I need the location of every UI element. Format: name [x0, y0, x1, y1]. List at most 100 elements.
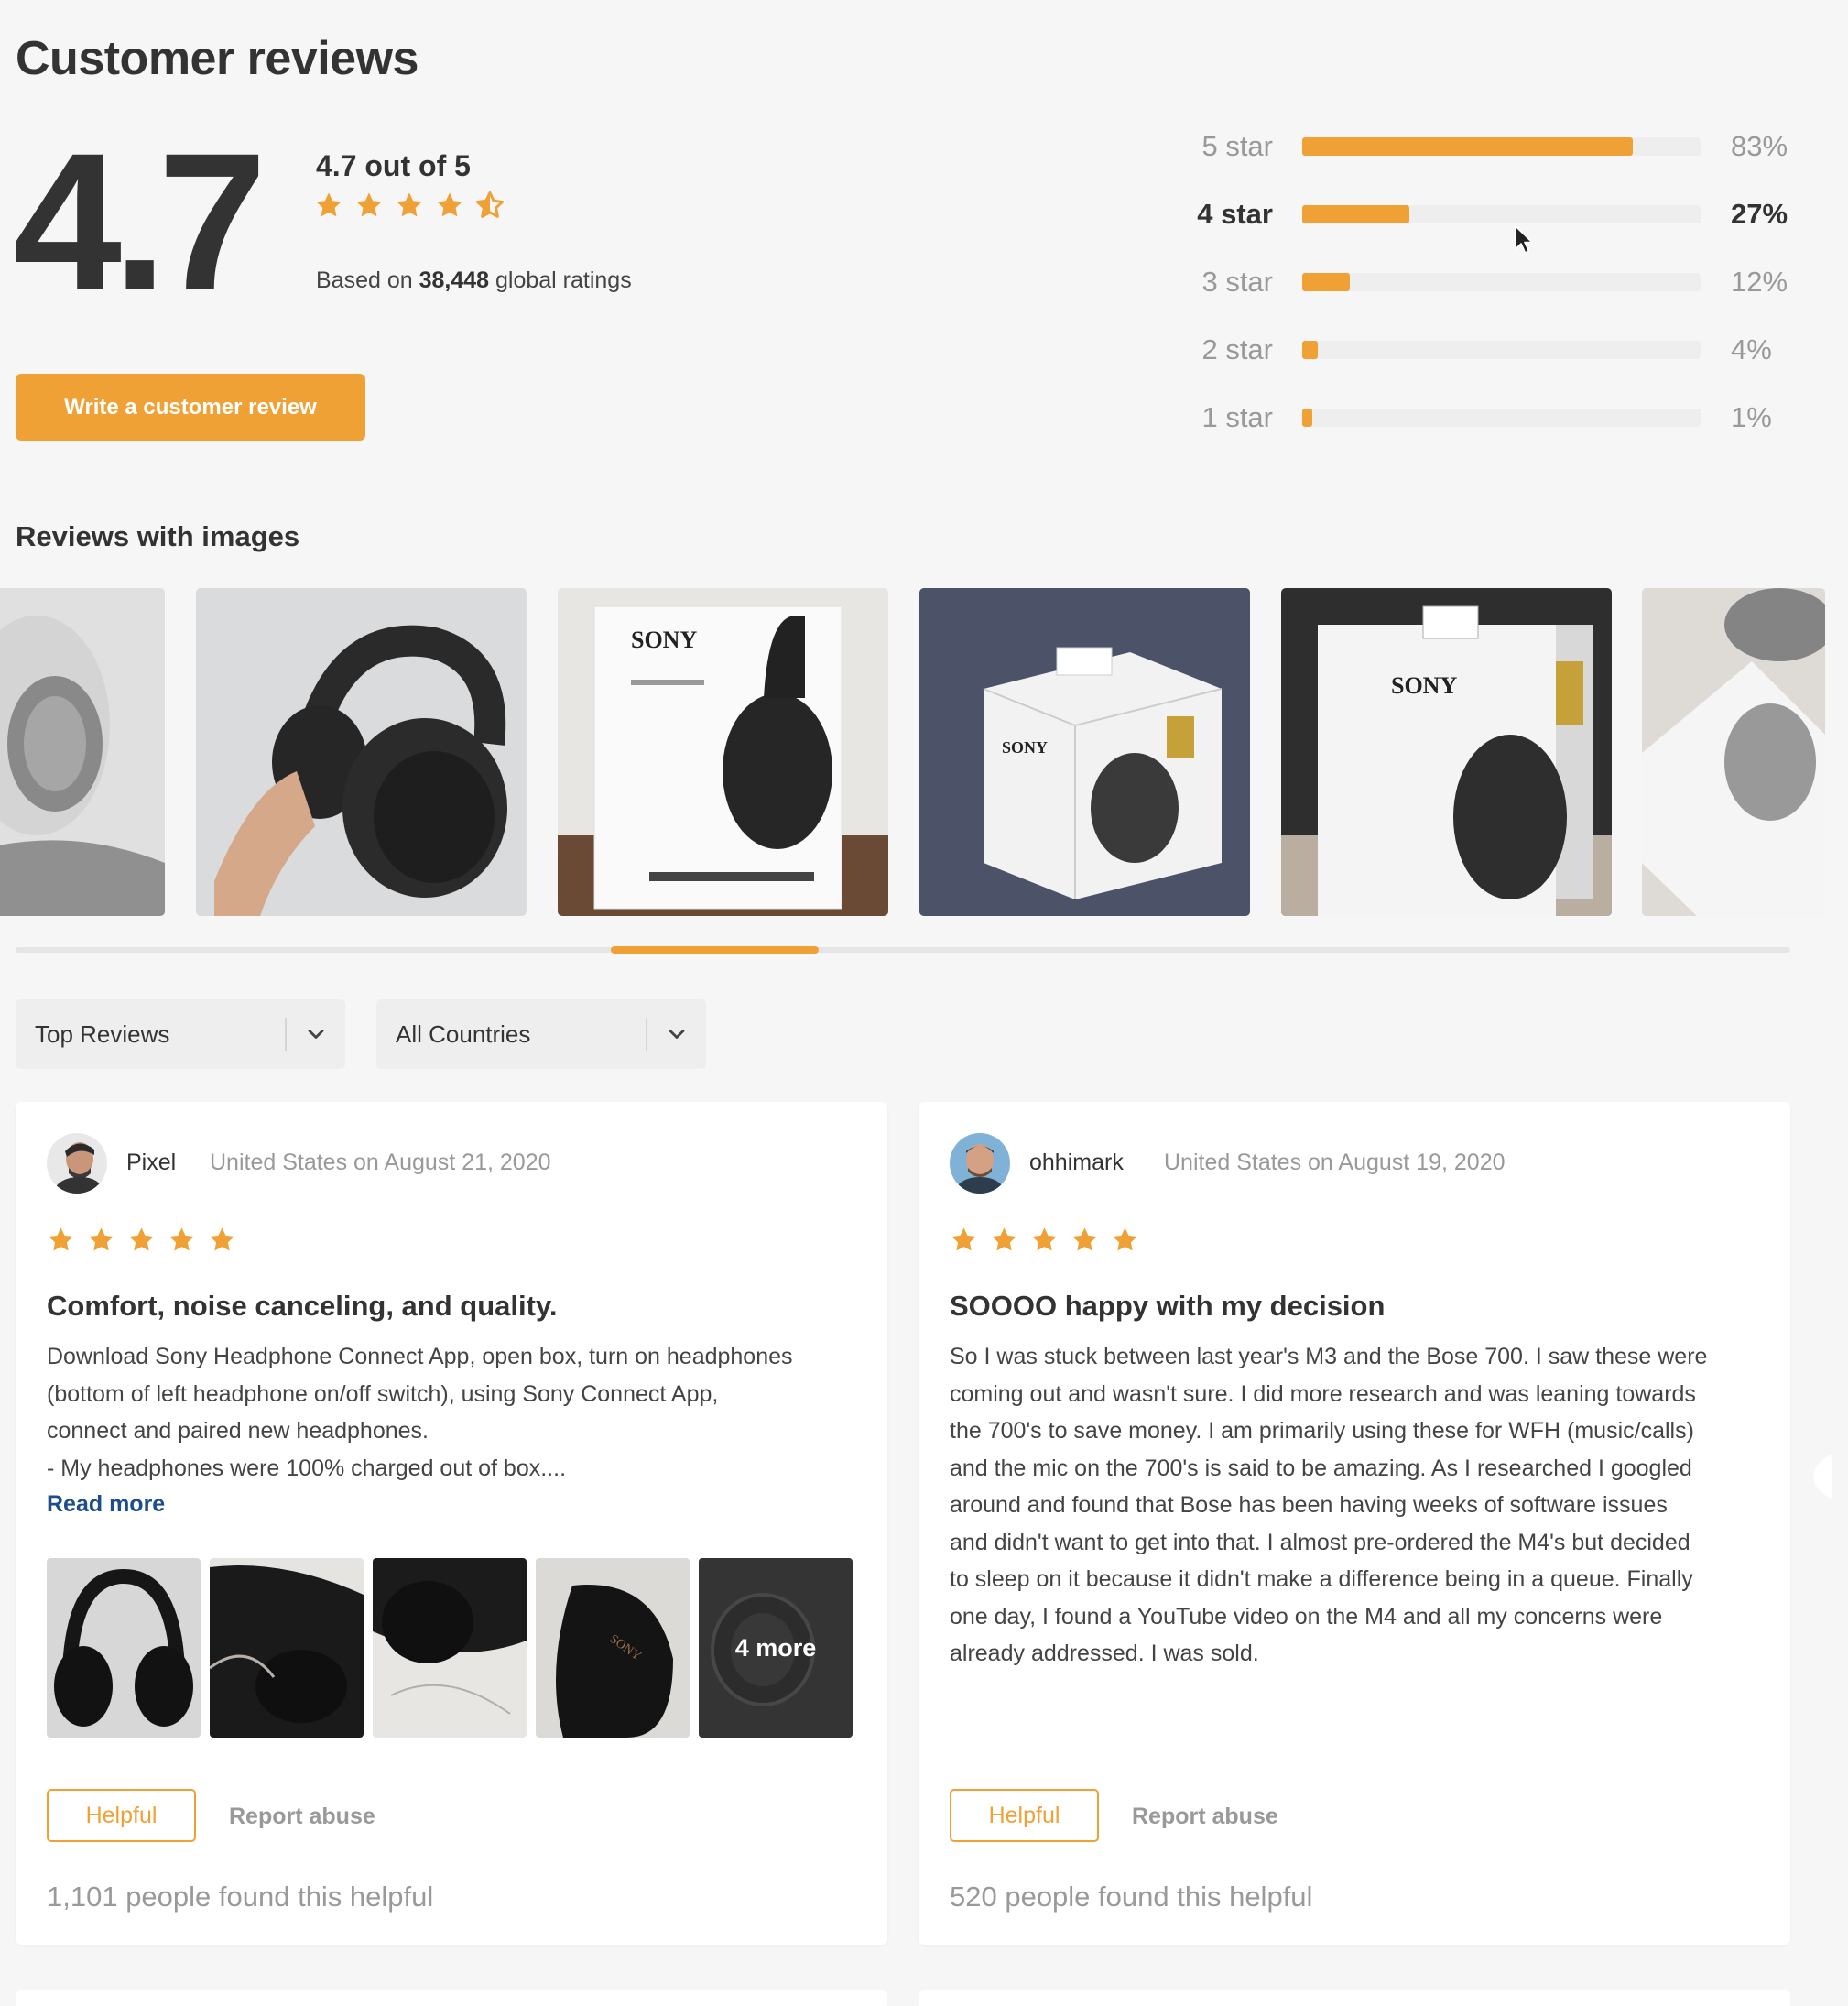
histogram-percent: 1% [1731, 401, 1772, 433]
sort-select[interactable]: Top Reviews [16, 999, 345, 1069]
star-icon [1111, 1226, 1139, 1254]
review-body-line: around and found that Bose has been havi… [950, 1492, 1668, 1518]
star-icon [87, 1226, 115, 1254]
histogram-track [1302, 341, 1701, 359]
histogram-percent: 12% [1731, 266, 1788, 298]
review-image[interactable]: SONY [536, 1558, 690, 1738]
histogram-fill [1302, 273, 1351, 291]
histogram-fill [1302, 341, 1319, 359]
histogram-row-4-star[interactable]: 4 star 27% [1181, 196, 1804, 233]
helpful-button[interactable]: Helpful [47, 1789, 196, 1842]
review-body-line: connect and paired new headphones. [47, 1418, 429, 1444]
select-divider [285, 1018, 287, 1051]
helpful-count: 1,101 people found this helpful [47, 1881, 434, 1913]
histogram-track [1302, 409, 1701, 427]
report-abuse-link[interactable]: Report abuse [1132, 1804, 1278, 1830]
review-card: ohhimark United States on August 19, 202… [919, 1102, 1790, 1945]
write-review-button[interactable]: Write a customer review [16, 374, 365, 441]
gallery-image-headphones-held[interactable] [196, 588, 527, 916]
review-title: SOOOO happy with my decision [950, 1290, 1386, 1322]
star-icon [314, 191, 343, 220]
reviewer-name[interactable]: ohhimark [1029, 1150, 1124, 1176]
review-stars [950, 1226, 1139, 1254]
gallery-scrollbar-track[interactable] [16, 947, 1790, 953]
chevron-down-icon [303, 1021, 329, 1047]
helpful-count: 520 people found this helpful [950, 1881, 1313, 1913]
review-body-line: and the mic on the 700's is said to be a… [950, 1455, 1692, 1481]
star-icon [1030, 1226, 1059, 1254]
select-divider [646, 1018, 647, 1051]
star-icon [395, 191, 424, 220]
rating-out-of: 4.7 out of 5 [316, 149, 471, 182]
svg-text:SONY: SONY [1002, 738, 1048, 757]
summary-stars [314, 191, 505, 220]
gallery-image-sony-box-faded[interactable] [1642, 588, 1825, 916]
report-abuse-link[interactable]: Report abuse [229, 1804, 375, 1830]
star-icon [208, 1226, 236, 1254]
review-meta: United States on August 21, 2020 [210, 1150, 551, 1175]
gallery-scrollbar-thumb[interactable] [611, 946, 820, 954]
review-body-line: So I was stuck between last year's M3 an… [950, 1344, 1708, 1369]
star-icon [435, 191, 464, 220]
histogram-percent: 83% [1731, 130, 1788, 162]
histogram-row-3-star[interactable]: 3 star 12% [1181, 264, 1804, 300]
review-body-line: (bottom of left headphone on/off switch)… [47, 1380, 719, 1407]
gallery-image-sony-box-on-rug[interactable]: SONY [919, 588, 1250, 916]
chevron-down-icon [664, 1021, 690, 1047]
star-icon [990, 1226, 1018, 1254]
review-body-line: - My headphones were 100% charged out of… [47, 1455, 567, 1481]
read-more-link[interactable]: Read more [47, 1491, 165, 1518]
ratings-count-text: Based on 38,448 global ratings [316, 267, 632, 294]
histogram-fill [1302, 409, 1312, 427]
review-body-line: one day, I found a YouTube video on the … [950, 1603, 1663, 1630]
svg-text:SONY: SONY [631, 627, 697, 653]
review-body: Download Sony Headphone Connect App, ope… [47, 1338, 871, 1487]
histogram-percent: 4% [1731, 333, 1772, 365]
helpful-button[interactable]: Helpful [950, 1789, 1099, 1842]
gallery-image-sony-box-dark[interactable]: SONY [1281, 588, 1612, 916]
side-tab-handle[interactable] [1810, 1455, 1832, 1499]
gallery-image-headphones-worn[interactable] [0, 588, 165, 916]
review-image[interactable] [47, 1558, 201, 1738]
avatar[interactable] [950, 1133, 1010, 1194]
star-icon [1071, 1226, 1099, 1254]
half-star-icon [475, 191, 505, 220]
review-stars [47, 1226, 236, 1254]
review-image-gallery: SONY SONY SONY [0, 588, 1832, 916]
review-image-more[interactable]: 4 more [699, 1558, 853, 1738]
mouse-cursor-icon [1514, 224, 1534, 256]
avatar[interactable] [47, 1133, 107, 1194]
gallery-image-sony-box[interactable]: SONY [558, 588, 888, 916]
review-image[interactable] [210, 1558, 364, 1738]
ratings-count: 38,448 [419, 267, 490, 293]
next-review-card-edge [16, 1990, 887, 2006]
country-select[interactable]: All Countries [376, 999, 706, 1069]
more-images-label: 4 more [699, 1558, 853, 1738]
page-title: Customer reviews [16, 32, 419, 85]
reviewer-name[interactable]: Pixel [126, 1150, 176, 1176]
histogram-label: 2 star [1201, 333, 1273, 365]
histogram-fill [1302, 205, 1410, 223]
review-card: Pixel United States on August 21, 2020 C… [16, 1102, 887, 1945]
histogram-percent: 27% [1731, 198, 1788, 230]
average-rating-big: 4.7 [13, 113, 266, 332]
reviews-with-images-title: Reviews with images [16, 520, 300, 552]
review-body: So I was stuck between last year's M3 an… [950, 1338, 1774, 1673]
histogram-row-5-star[interactable]: 5 star 83% [1181, 128, 1804, 165]
star-icon [127, 1226, 156, 1254]
review-body-line: already addressed. I was sold. [950, 1641, 1259, 1666]
star-icon [354, 191, 384, 220]
review-image-strip: SONY 4 more [47, 1558, 853, 1738]
svg-text:SONY: SONY [1391, 672, 1457, 699]
histogram-row-1-star[interactable]: 1 star 1% [1181, 399, 1804, 436]
histogram-label: 4 star [1197, 198, 1273, 230]
histogram-row-2-star[interactable]: 2 star 4% [1181, 332, 1804, 368]
sort-select-label: Top Reviews [35, 1019, 170, 1048]
histogram-label: 1 star [1201, 401, 1273, 433]
review-meta: United States on August 19, 2020 [1164, 1150, 1506, 1175]
review-image[interactable] [373, 1558, 527, 1738]
histogram-label: 3 star [1201, 266, 1273, 298]
histogram-label: 5 star [1201, 130, 1273, 162]
review-body-line: the 700's to save money. I am primarily … [950, 1418, 1694, 1444]
based-on-prefix: Based on [316, 267, 419, 293]
